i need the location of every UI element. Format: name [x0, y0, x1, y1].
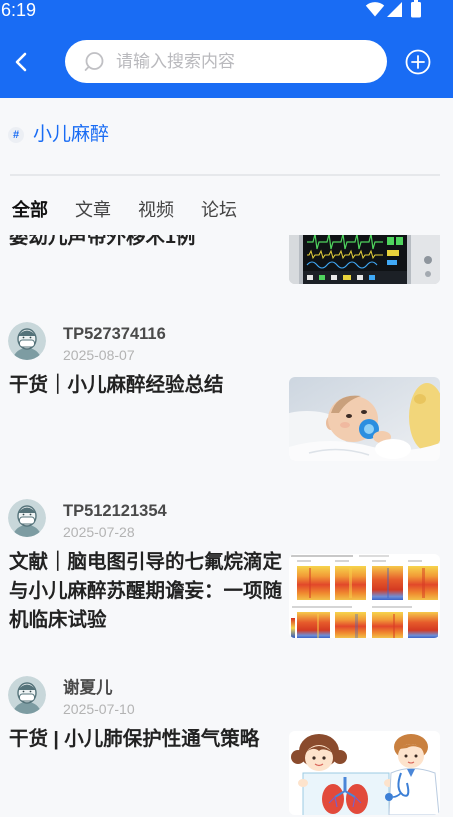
spectrogram-figure-image: [289, 554, 440, 638]
tab-articles[interactable]: 文章: [75, 198, 111, 222]
tab-forum[interactable]: 论坛: [201, 198, 237, 222]
battery-icon: [411, 0, 421, 18]
author-name[interactable]: TP512121354: [63, 501, 167, 521]
post-title[interactable]: 文献｜脑电图引导的七氟烷滴定与小儿麻醉苏醒期谵妄：一项随机临床试验: [9, 548, 285, 635]
tab-videos[interactable]: 视频: [138, 198, 174, 222]
post-thumbnail[interactable]: [289, 731, 440, 815]
post-thumbnail[interactable]: [289, 235, 440, 284]
signal-icon: [387, 2, 402, 17]
author-avatar[interactable]: [8, 676, 46, 714]
avatar-image: [8, 676, 46, 714]
author-name[interactable]: 谢夏儿: [63, 678, 113, 698]
back-button[interactable]: [9, 50, 35, 74]
author-avatar[interactable]: [8, 322, 46, 360]
post-title[interactable]: 婴幼儿声带外移术1例: [9, 235, 285, 252]
app-bar: 6:19: [0, 0, 453, 98]
lung-cartoon-image: [289, 731, 440, 815]
post-date: 2025-08-07: [63, 347, 135, 363]
post-thumbnail[interactable]: [289, 554, 440, 638]
wifi-icon: [365, 2, 385, 17]
post-title[interactable]: 干货｜小儿麻醉经验总结: [9, 371, 285, 400]
avatar-image: [8, 322, 46, 360]
tab-all[interactable]: 全部: [12, 198, 48, 222]
patient-monitor-image: [289, 235, 440, 284]
post-card[interactable]: 谢夏儿 2025-07-10 干货 | 小儿肺保护性通气策略: [0, 676, 453, 817]
search-input[interactable]: [116, 40, 378, 83]
chevron-left-icon: [15, 52, 27, 72]
author-name[interactable]: TP527374116: [63, 324, 166, 344]
topic-title: 小儿麻醉: [33, 124, 110, 145]
post-feed[interactable]: 婴幼儿声带外移术1例 TP527374116 2025-08-07 干货｜小儿麻…: [0, 235, 453, 817]
post-date: 2025-07-28: [63, 524, 135, 540]
post-card[interactable]: TP527374116 2025-08-07 干货｜小儿麻醉经验总结: [0, 322, 453, 499]
post-thumbnail[interactable]: [289, 377, 440, 461]
plus-circle-icon: [405, 49, 431, 75]
add-button[interactable]: [405, 49, 431, 75]
avatar-image: [8, 499, 46, 537]
post-date: 2025-07-10: [63, 701, 135, 717]
content-tabs: 全部 文章 视频 论坛: [12, 198, 264, 222]
divider: [10, 174, 440, 176]
hashtag-icon: #: [8, 127, 24, 143]
post-card[interactable]: 婴幼儿声带外移术1例: [0, 235, 453, 322]
search-box[interactable]: [65, 40, 387, 83]
author-avatar[interactable]: [8, 499, 46, 537]
status-time: 6:19: [1, 0, 37, 20]
post-title[interactable]: 干货 | 小儿肺保护性通气策略: [9, 725, 285, 754]
search-icon: [84, 52, 104, 71]
baby-photo-image: [289, 377, 440, 461]
post-card[interactable]: TP512121354 2025-07-28 文献｜脑电图引导的七氟烷滴定与小儿…: [0, 499, 453, 676]
